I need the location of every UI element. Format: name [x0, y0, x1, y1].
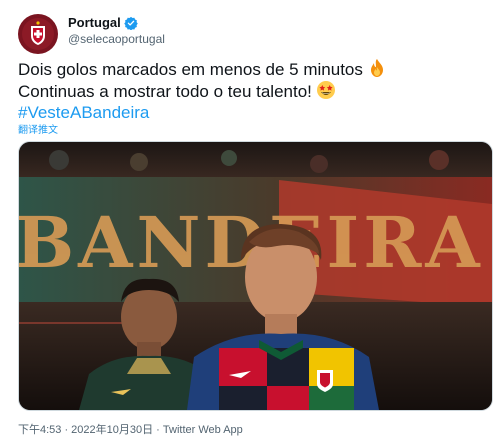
tweet-timestamp[interactable]: 下午4:53 · 2022年10月30日 · Twitter Web App: [18, 421, 243, 437]
avatar[interactable]: [18, 14, 58, 54]
translate-tweet-link[interactable]: 翻译推文: [18, 121, 58, 136]
hashtag-link[interactable]: #VesteABandeira: [18, 102, 488, 123]
tweet-line-1-text: Dois golos marcados em menos de 5 minuto…: [18, 60, 363, 79]
tweet-photo[interactable]: BANDEIRA: [19, 142, 492, 410]
tweet-text: Dois golos marcados em menos de 5 minuto…: [18, 58, 488, 123]
author-name[interactable]: Portugal: [68, 15, 138, 30]
author-handle[interactable]: @selecaoportugal: [68, 32, 165, 46]
star-struck-emoji-icon: [316, 81, 335, 99]
tweet-line-1: Dois golos marcados em menos de 5 minuto…: [18, 58, 488, 80]
tweet-line-2: Continuas a mostrar todo o teu talento!: [18, 80, 488, 102]
verified-badge-icon: [123, 16, 138, 30]
tweet-line-2-text: Continuas a mostrar todo o teu talento!: [18, 82, 312, 101]
tweet-media[interactable]: BANDEIRA: [18, 141, 493, 411]
tweet: Portugal @selecaoportugal Dois golos mar…: [0, 0, 500, 440]
portugal-crest-icon: [22, 18, 54, 50]
author-name-text[interactable]: Portugal: [68, 15, 121, 30]
fire-emoji-icon: [370, 59, 383, 77]
